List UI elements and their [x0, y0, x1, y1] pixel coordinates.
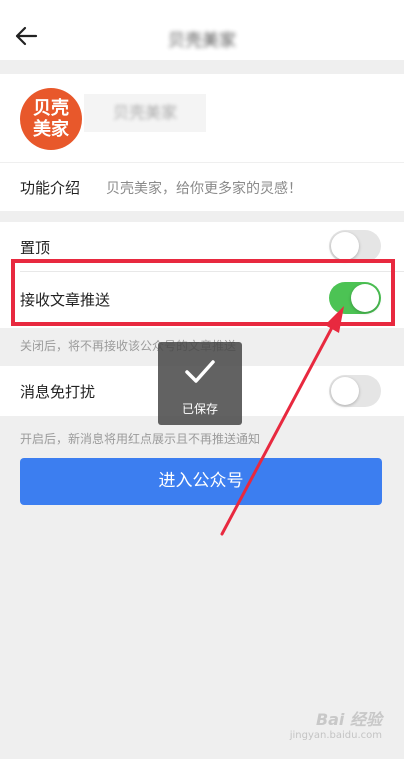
page-title: 贝壳美家	[168, 31, 236, 51]
account-profile: 贝壳美家 贝壳美家	[0, 74, 404, 162]
mute-label: 消息免打扰	[20, 383, 96, 401]
intro-value: 贝壳美家，给你更多家的灵感！	[106, 181, 302, 197]
enter-account-button[interactable]: 进入公众号	[20, 458, 382, 505]
intro-label: 功能介绍	[20, 179, 81, 197]
pin-label: 置顶	[20, 239, 51, 257]
saved-toast: 已保存	[158, 342, 242, 425]
toggle-knob	[331, 377, 359, 405]
pin-toggle[interactable]	[329, 230, 381, 262]
top-bar: 贝壳美家	[0, 0, 404, 60]
mute-toggle[interactable]	[329, 375, 381, 407]
account-logo-text: 贝壳美家	[33, 98, 69, 140]
watermark: Bai 经验 jingyan.baidu.com	[290, 706, 382, 741]
watermark-brand: Bai 经验	[315, 710, 382, 729]
toast-text: 已保存	[181, 402, 218, 416]
watermark-url: jingyan.baidu.com	[289, 730, 382, 741]
check-icon	[185, 360, 215, 383]
mute-note: 开启后，新消息将用红点展示且不再推送通知	[20, 432, 261, 446]
toggle-knob	[331, 232, 359, 260]
intro-row: 功能介绍 贝壳美家，给你更多家的灵感！	[0, 163, 404, 211]
account-name: 贝壳美家	[84, 94, 206, 132]
highlight-box	[11, 259, 395, 326]
account-logo: 贝壳美家	[20, 88, 82, 150]
